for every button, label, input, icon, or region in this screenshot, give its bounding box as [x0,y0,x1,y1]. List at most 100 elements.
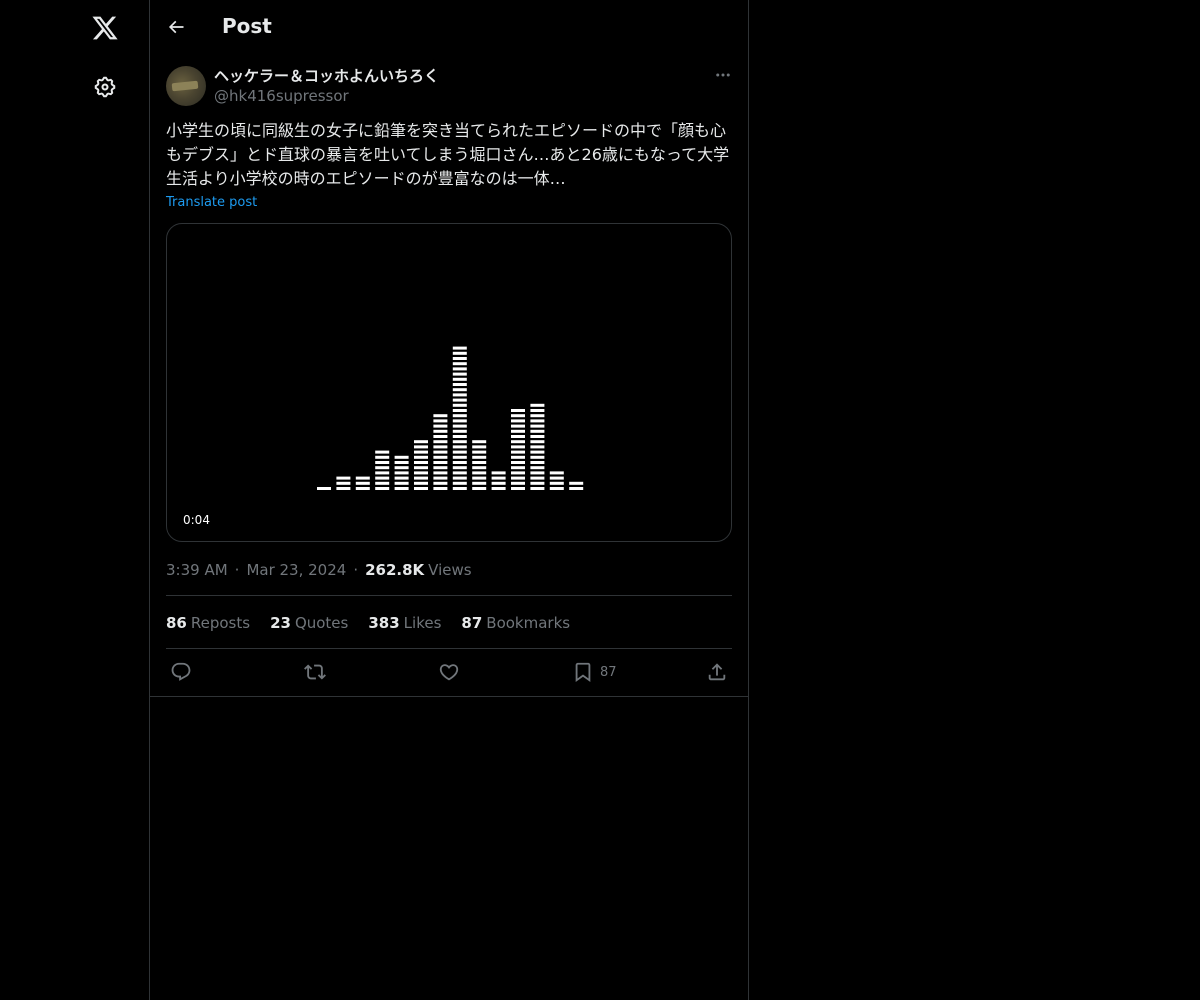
equalizer-segment [511,414,525,418]
equalizer-segment [491,487,506,490]
equalizer-segment [530,476,545,480]
equalizer-segment [375,450,390,454]
equalizer-segment [433,440,448,444]
equalizer-segment [549,476,564,480]
equalizer-segment [317,487,331,490]
likes-label: Likes [403,614,442,632]
share-button[interactable] [706,658,728,686]
post-time[interactable]: 3:39 AM [166,561,228,579]
author-handle[interactable]: @hk416supressor [214,87,349,105]
views-label: Views [428,561,472,579]
equalizer-segment [452,424,467,428]
equalizer-segment [491,476,506,480]
equalizer-segment [530,466,545,470]
equalizer-segment [452,481,467,485]
video-player[interactable]: 0:04 [166,223,732,542]
equalizer-segment [414,476,428,480]
equalizer-segment [452,367,467,371]
reposts-label: Reposts [190,614,251,632]
equalizer-segment [452,393,467,397]
equalizer-segment [355,481,370,485]
repost-button[interactable] [304,658,326,686]
equalizer-segment [549,487,564,490]
settings-button[interactable] [85,67,125,107]
video-duration: 0:04 [179,512,214,528]
equalizer-segment [433,445,448,449]
back-button[interactable] [160,11,192,43]
equalizer-segment [530,409,545,412]
equalizer-segment [511,429,525,433]
like-button[interactable] [438,658,460,686]
equalizer-segment [452,450,467,454]
equalizer-segment [452,403,467,407]
equalizer-segment [472,455,487,459]
equalizer-segment [336,476,351,480]
equalizer-segment [511,409,525,412]
post-date[interactable]: Mar 23, 2024 [246,561,346,579]
equalizer-segment [452,435,467,438]
equalizer-segment [394,471,409,475]
bookmark-button[interactable]: 87 [572,658,617,686]
reposts-stat[interactable]: 86 Reposts [166,614,250,632]
equalizer-bar [375,450,390,490]
equalizer-segment [433,476,448,480]
equalizer-segment [433,466,448,470]
equalizer-segment [355,487,370,490]
equalizer-segment [472,445,487,449]
action-bar: 87 [150,656,749,688]
equalizer-segment [394,466,409,470]
equalizer-segment [452,455,467,459]
equalizer-bar [414,440,428,490]
reply-button[interactable] [170,658,192,686]
equalizer-segment [414,487,428,490]
likes-stat[interactable]: 383 Likes [368,614,441,632]
equalizer-segment [530,461,545,464]
equalizer-segment [394,487,409,490]
equalizer-segment [375,481,390,485]
equalizer-segment [511,455,525,459]
equalizer-segment [530,429,545,433]
equalizer-segment [452,362,467,366]
equalizer-segment [511,471,525,475]
equalizer-bar [452,346,467,490]
equalizer-segment [511,481,525,485]
bookmarks-count: 87 [461,614,483,632]
equalizer-segment [511,476,525,480]
more-options-button[interactable] [710,64,736,86]
equalizer-segment [452,461,467,464]
x-logo-button[interactable] [85,8,125,48]
avatar[interactable] [166,66,206,106]
engagement-stats: 86 Reposts 23 Quotes 383 Likes 87 Bookmarks [166,612,590,634]
x-logo-icon [92,16,118,40]
bookmarks-stat[interactable]: 87 Bookmarks [461,614,570,632]
quotes-stat[interactable]: 23 Quotes [270,614,348,632]
translate-post-link[interactable]: Translate post [166,195,257,210]
quotes-count: 23 [270,614,291,632]
equalizer-segment [452,346,467,350]
equalizer-segment [530,424,545,428]
equalizer-bar [491,471,506,490]
equalizer-segment [414,440,428,444]
equalizer-segment [452,398,467,402]
equalizer-segment [452,487,467,490]
divider [166,595,732,596]
equalizer-segment [394,461,409,464]
equalizer-segment [433,461,448,464]
equalizer-segment [336,487,351,490]
author-display-name[interactable]: ヘッケラー＆コッホよんいちろく [214,65,439,86]
equalizer-bar [511,409,525,490]
equalizer-segment [452,429,467,433]
quotes-label: Quotes [294,614,349,632]
page-header: Post [150,0,749,54]
equalizer-segment [452,476,467,480]
equalizer-segment [433,435,448,438]
equalizer-bar [569,481,584,490]
equalizer-segment [530,450,545,454]
more-dots-icon [716,73,730,77]
equalizer-segment [530,481,545,485]
equalizer-segment [511,487,525,490]
equalizer-segment [511,440,525,444]
bookmark-count: 87 [600,664,617,680]
equalizer-segment [452,466,467,470]
equalizer-segment [452,388,467,392]
